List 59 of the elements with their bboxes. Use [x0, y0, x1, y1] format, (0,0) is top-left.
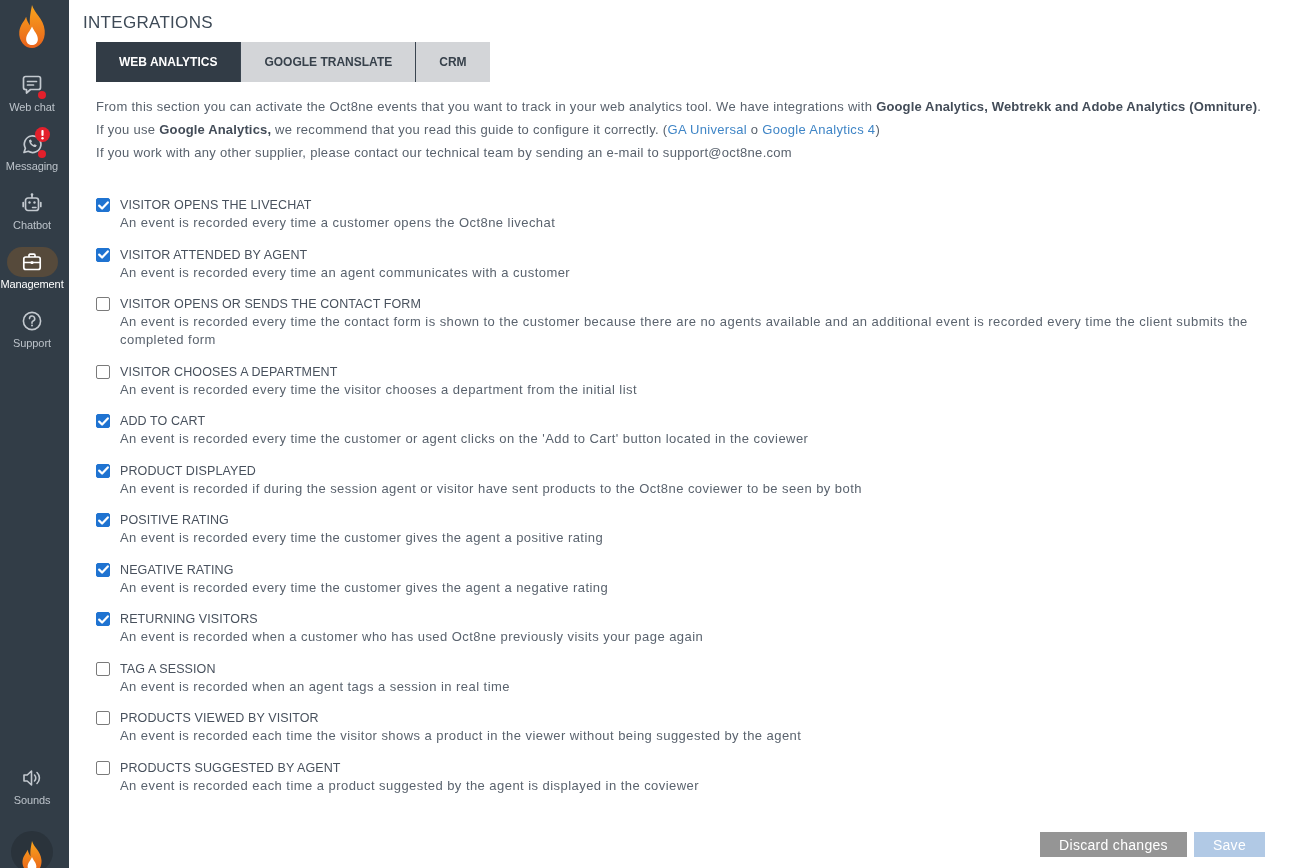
event-description: An event is recorded every time the visitor chooses a department from the initial list: [120, 380, 638, 399]
nav-item[interactable]: Chatbot: [0, 188, 64, 232]
event-description: An event is recorded every time an agent communicates with a customer: [120, 263, 571, 282]
event-title: POSITIVE RATING: [120, 512, 229, 529]
flame-logo: [17, 5, 47, 48]
briefcase-icon: [22, 252, 42, 272]
help-icon: [22, 311, 42, 331]
robot-icon: [22, 193, 42, 213]
flame-avatar[interactable]: [11, 831, 53, 868]
event-title: NEGATIVE RATING: [120, 561, 234, 579]
event-description: An event is recorded every time the contact form is shown to the customer because there are no agents available and an additional event is recorded every time the client submits the completed form: [120, 313, 1249, 349]
tab[interactable]: WEB ANALYTICS: [96, 42, 241, 82]
event-title: VISITOR OPENS THE LIVECHAT: [120, 197, 312, 214]
event-title: VISITOR ATTENDED BY AGENT: [120, 246, 308, 264]
event-title: PRODUCTS VIEWED BY VISITOR: [120, 710, 319, 727]
tab[interactable]: CRM: [415, 42, 490, 82]
event-title: ADD TO CART: [120, 413, 206, 430]
page-title: INTEGRATIONS: [83, 13, 213, 33]
checkbox[interactable]: [96, 513, 110, 527]
event-title: VISITOR OPENS OR SENDS THE CONTACT FORM: [120, 296, 421, 313]
checkbox[interactable]: [96, 364, 110, 379]
checkbox[interactable]: [96, 297, 110, 311]
event-description: An event is recorded each time the visitor shows a product in the viewer without being suggested by the agent: [120, 727, 802, 745]
event-title: RETURNING VISITORS: [120, 611, 258, 628]
checkbox[interactable]: [96, 612, 110, 626]
checkbox[interactable]: [96, 247, 110, 262]
event-title: PRODUCT DISPLAYED: [120, 462, 256, 480]
event-description: An event is recorded every time the customer gives the agent a positive rating: [120, 529, 604, 547]
nav-item[interactable]: Messaging: [0, 129, 64, 173]
phone-bubble-icon: [22, 134, 42, 154]
intro-text: If you use Google Analytics, we recommend that you read this guide to configure it correctly. (GA Universal o Google Analytics 4): [96, 121, 880, 139]
nav-item[interactable]: Sounds: [0, 763, 64, 807]
event-title: TAG A SESSION: [120, 660, 216, 678]
intro-text: If you work with any other supplier, please contact our technical team by sending an e-mail to support@oct8ne.com: [96, 144, 792, 162]
event-description: An event is recorded when an agent tags a session in real time: [120, 677, 510, 696]
event-description: An event is recorded every time the customer or agent clicks on the 'Add to Cart' button located in the coviewer: [120, 430, 809, 448]
event-description: An event is recorded each time a product suggested by the agent is displayed in the coviewer: [120, 776, 700, 795]
nav-item[interactable]: Support: [0, 306, 64, 350]
speaker-icon: [22, 768, 42, 788]
guide-link[interactable]: GA Universal: [667, 122, 747, 137]
checkbox[interactable]: [96, 562, 110, 577]
event-description: An event is recorded every time the customer gives the agent a negative rating: [120, 578, 609, 597]
checkbox[interactable]: [96, 661, 110, 676]
checkbox[interactable]: [96, 198, 110, 212]
checkbox[interactable]: [96, 760, 110, 775]
checkbox[interactable]: [96, 463, 110, 478]
event-description: An event is recorded if during the session agent or visitor have sent products to the Oct8ne coviewer to be seen by both: [120, 479, 862, 498]
event-description: An event is recorded when a customer who has used Oct8ne previously visits your page again: [120, 628, 704, 646]
intro-text: From this section you can activate the Oct8ne events that you want to track in your web analytics tool. We have integrations with Google Analytics, Webtrekk and Adobe Analytics (Omniture).: [96, 98, 1262, 116]
checkbox[interactable]: [96, 711, 110, 725]
event-title: PRODUCTS SUGGESTED BY AGENT: [120, 759, 341, 777]
tab[interactable]: GOOGLE TRANSLATE: [240, 42, 416, 82]
checkbox[interactable]: [96, 414, 110, 428]
guide-link[interactable]: Google Analytics 4: [762, 122, 876, 137]
event-description: An event is recorded every time a customer opens the Oct8ne livechat: [120, 214, 556, 232]
event-title: VISITOR CHOOSES A DEPARTMENT: [120, 363, 338, 381]
chat-bubble-icon: [22, 75, 42, 95]
nav-item[interactable]: Web chat: [0, 70, 64, 114]
flame-icon: [21, 841, 43, 868]
